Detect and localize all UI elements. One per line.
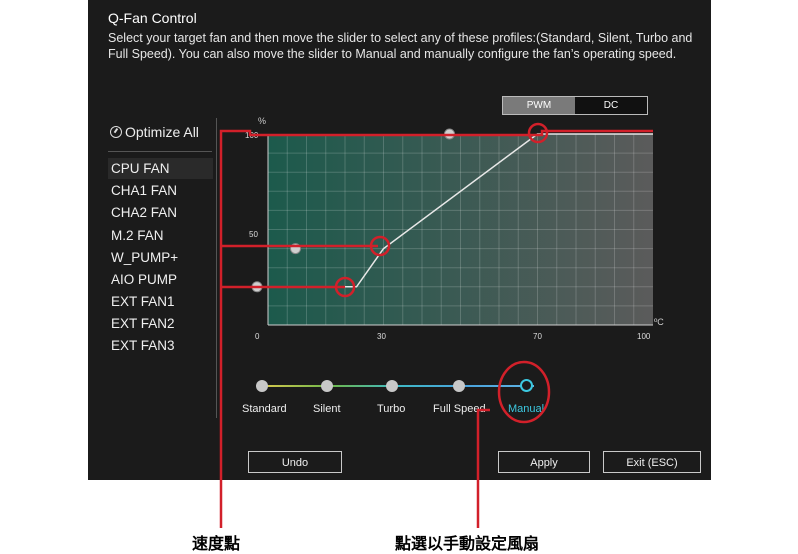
callout-overlay <box>219 122 653 528</box>
annotation-speed-points: 速度點 <box>192 534 241 553</box>
callout-ring-manual <box>497 360 551 424</box>
annotation-manual-setting: 點選以手動設定風扇 <box>395 534 540 553</box>
callout-line-manual <box>476 408 490 528</box>
callout-ring-point-3 <box>527 122 549 144</box>
callout-line-top-right <box>311 129 653 137</box>
callout-line-top <box>219 129 311 528</box>
